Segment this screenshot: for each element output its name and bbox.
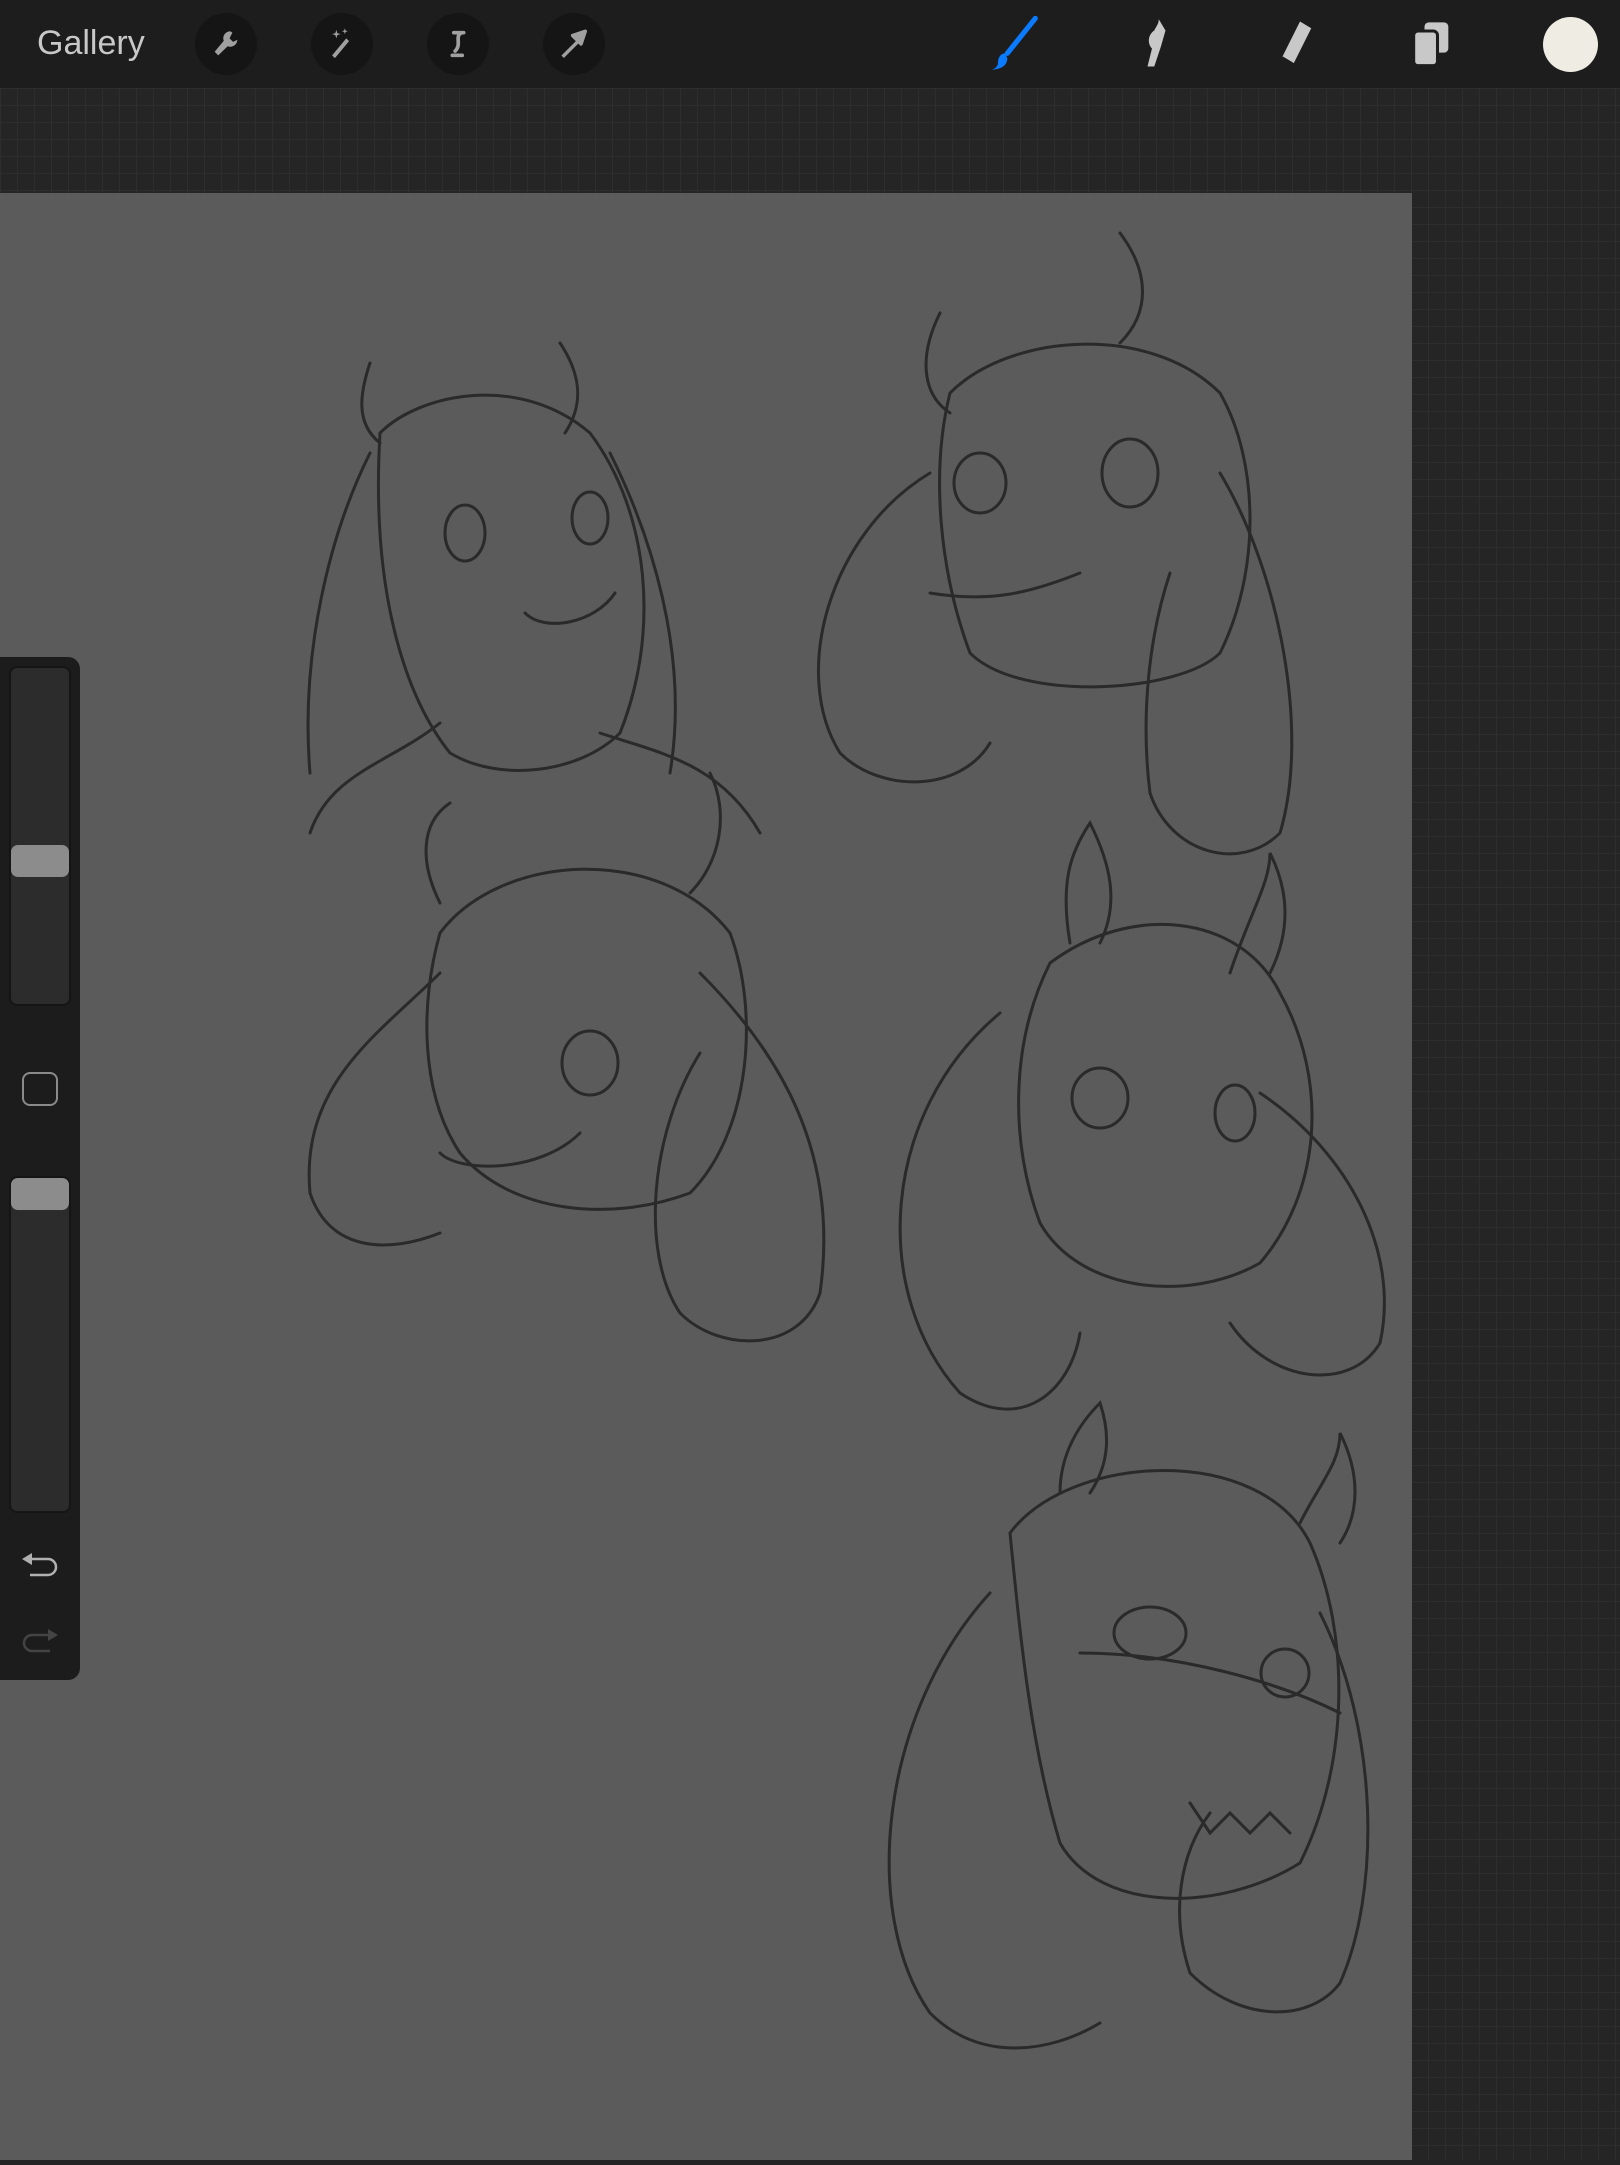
redo-button[interactable] (20, 1625, 60, 1655)
layers-icon (1412, 22, 1449, 68)
transform-arrow-icon (561, 29, 588, 58)
sketch-head-5 (887, 1400, 1370, 2050)
redo-icon (22, 1629, 58, 1653)
modify-button[interactable] (22, 1072, 58, 1106)
sketch-drawing (306, 231, 1386, 2050)
layers-button[interactable] (1401, 14, 1461, 74)
opacity-slider[interactable] (9, 1176, 71, 1513)
brush-size-slider-thumb[interactable] (11, 845, 69, 877)
sketch-head-4 (898, 820, 1386, 1411)
sketch-head-2 (817, 231, 1294, 856)
color-picker-button[interactable] (1543, 17, 1598, 72)
drawing-canvas[interactable] (0, 193, 1412, 2160)
top-toolbar: Gallery (0, 0, 1620, 88)
magic-wand-icon (332, 28, 350, 59)
opacity-slider-thumb[interactable] (11, 1178, 69, 1210)
sketch-head-1 (306, 341, 762, 835)
brush-size-slider[interactable] (9, 666, 71, 1006)
eraser-tool-button[interactable] (1261, 14, 1321, 74)
selection-icon (450, 30, 466, 58)
sketch-head-3 (307, 771, 826, 1343)
smudge-tool-button[interactable] (1122, 14, 1182, 74)
actions-button[interactable] (195, 13, 257, 75)
left-sidebar (0, 657, 80, 1680)
transform-button[interactable] (543, 13, 605, 75)
wrench-icon (214, 31, 238, 56)
eraser-icon (1281, 21, 1312, 66)
smudge-icon (1147, 19, 1166, 67)
adjustments-button[interactable] (311, 13, 373, 75)
brush-icon (991, 16, 1038, 70)
undo-icon (22, 1553, 58, 1577)
selection-button[interactable] (427, 13, 489, 75)
undo-button[interactable] (20, 1549, 60, 1579)
gallery-button[interactable]: Gallery (37, 24, 145, 63)
brush-tool-button[interactable] (982, 14, 1042, 74)
